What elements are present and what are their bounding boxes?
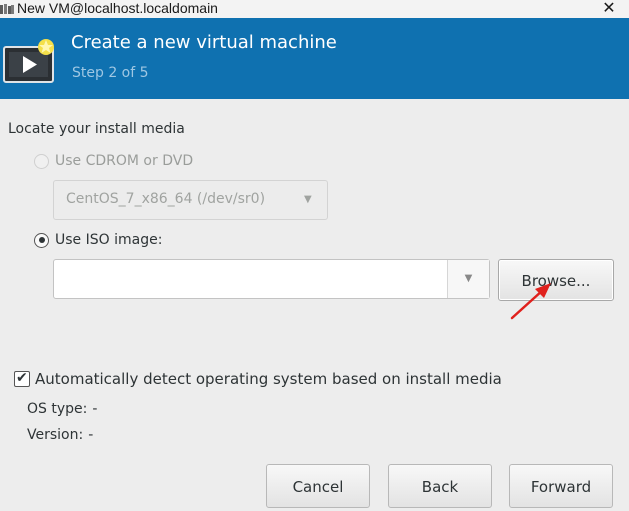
iso-radio[interactable]: [34, 232, 49, 248]
cdrom-device-value: CentOS_7_x86_64 (/dev/sr0): [66, 191, 266, 207]
auto-detect-label[interactable]: Automatically detect operating system ba…: [35, 370, 502, 388]
install-media-label: Locate your install media: [8, 121, 185, 137]
cdrom-device-select: CentOS_7_x86_64 (/dev/sr0) ▼: [53, 180, 328, 220]
wizard-step-indicator: Step 2 of 5: [72, 65, 149, 81]
os-type-label: OS type:: [27, 401, 88, 417]
os-type-row: OS type: -: [27, 401, 97, 417]
auto-detect-row[interactable]: ✔ Automatically detect operating system …: [14, 369, 502, 389]
wizard-title: Create a new virtual machine: [71, 32, 337, 53]
version-value: -: [88, 427, 94, 443]
chevron-down-icon: ▼: [304, 194, 312, 205]
window-titlebar: New VM@localhost.localdomain ✕: [0, 0, 629, 18]
cdrom-radio-label: Use CDROM or DVD: [55, 153, 194, 169]
cancel-button[interactable]: Cancel: [266, 464, 370, 508]
chevron-down-icon[interactable]: ▼: [448, 260, 489, 298]
red-arrow-annotation: [510, 283, 551, 320]
close-icon[interactable]: ✕: [600, 0, 618, 18]
wizard-header: Create a new virtual machine Step 2 of 5: [0, 18, 629, 99]
iso-radio-label[interactable]: Use ISO image:: [55, 232, 162, 248]
iso-path-input[interactable]: [54, 260, 446, 298]
iso-radio-row[interactable]: Use ISO image:: [34, 230, 162, 250]
iso-path-combo[interactable]: ▼: [53, 259, 490, 299]
new-vm-icon: [3, 39, 54, 83]
cdrom-radio-row: Use CDROM or DVD: [34, 151, 193, 171]
back-button[interactable]: Back: [388, 464, 492, 508]
window-title: New VM@localhost.localdomain: [17, 0, 218, 16]
checkmark-icon: ✔: [16, 370, 28, 386]
cdrom-radio: [34, 153, 49, 169]
forward-button[interactable]: Forward: [509, 464, 613, 508]
auto-detect-checkbox[interactable]: ✔: [14, 370, 30, 387]
virt-manager-icon: [0, 4, 14, 14]
os-type-value: -: [92, 401, 98, 417]
version-label: Version:: [27, 427, 84, 443]
version-row: Version: -: [27, 427, 93, 443]
